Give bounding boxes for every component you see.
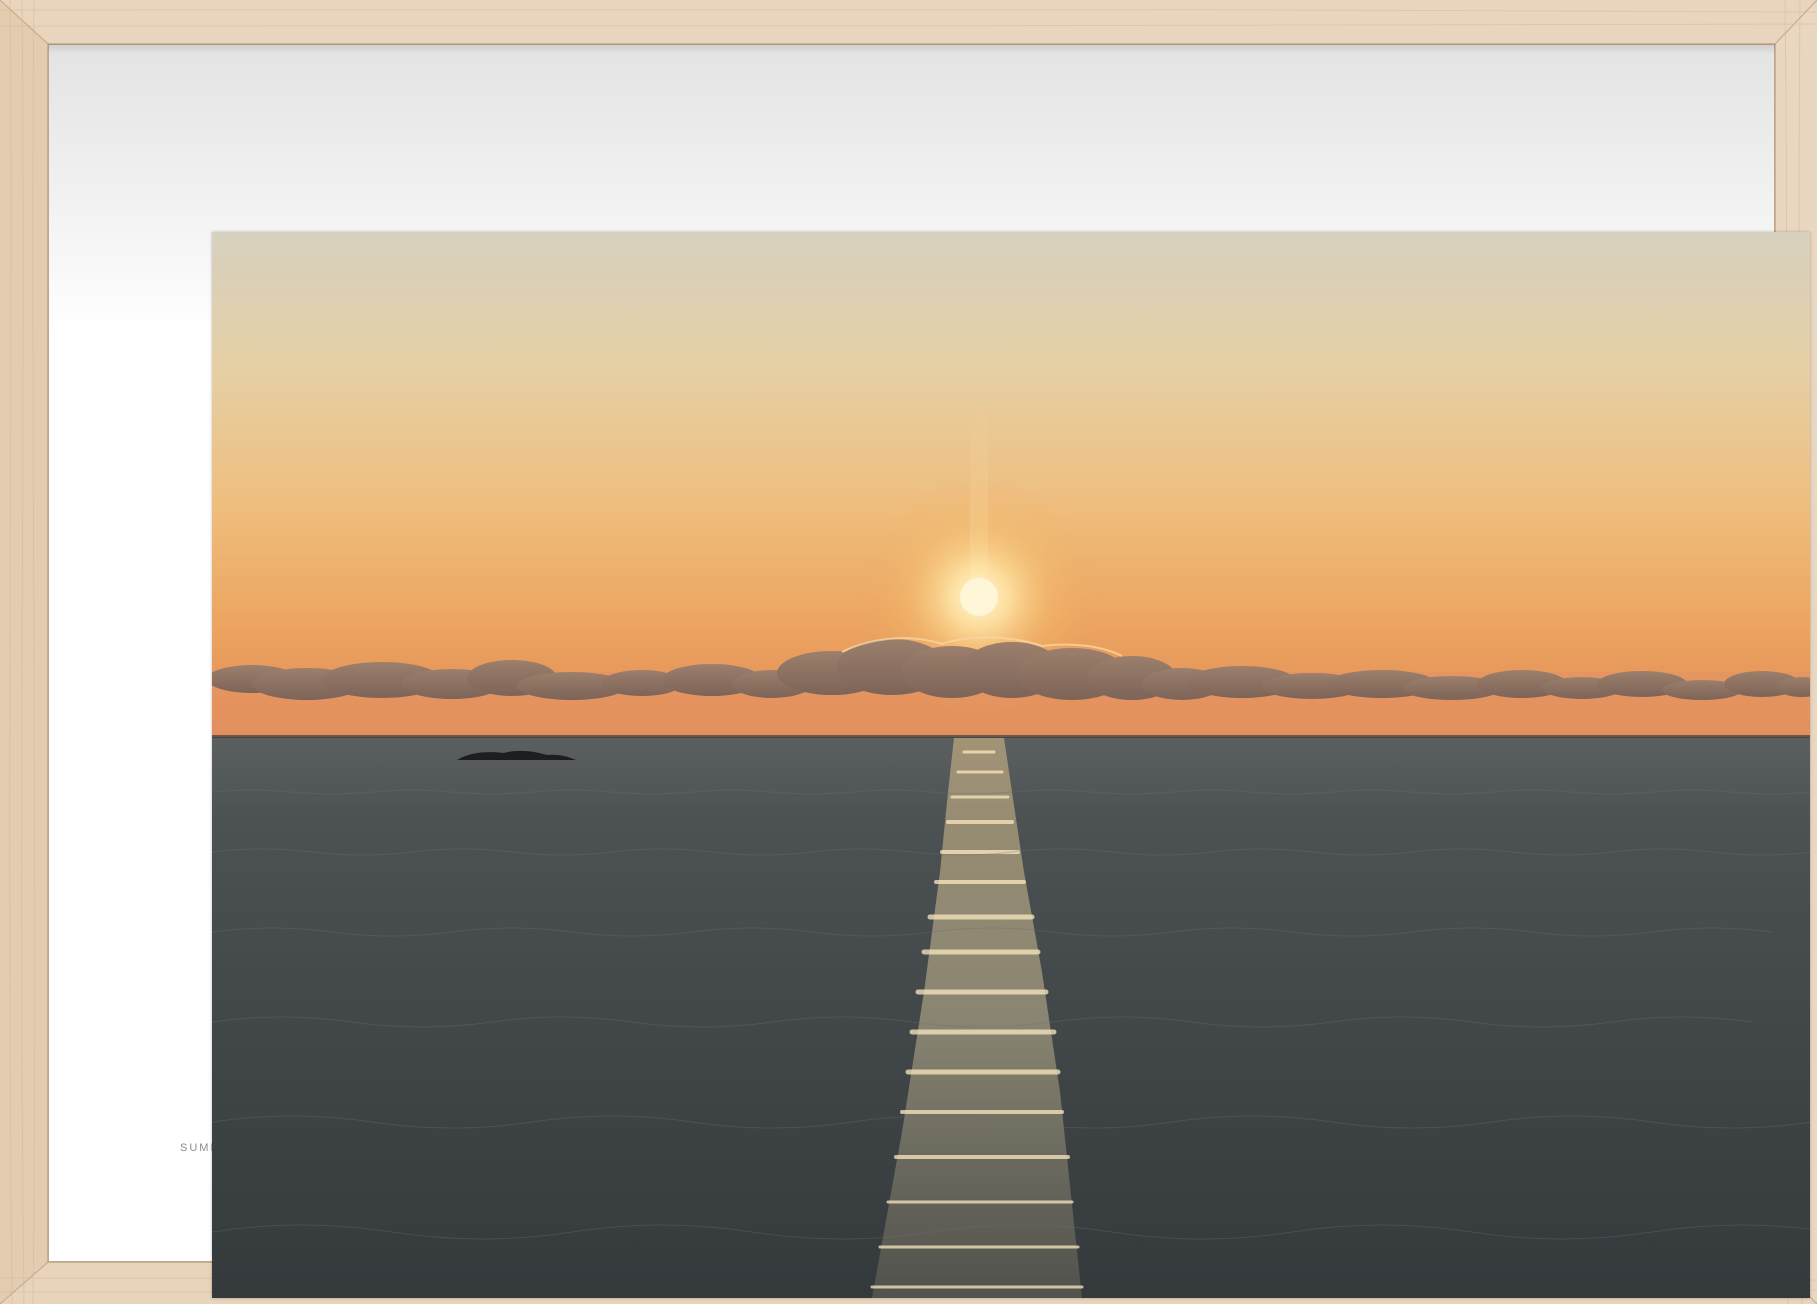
horizon-line <box>212 735 1810 738</box>
sunset-seascape <box>212 232 1810 1298</box>
mat-shadow <box>48 44 1775 54</box>
sun <box>960 578 998 616</box>
sunset-photograph <box>212 232 1810 1298</box>
framed-print-scene: SUMM <box>0 0 1817 1304</box>
